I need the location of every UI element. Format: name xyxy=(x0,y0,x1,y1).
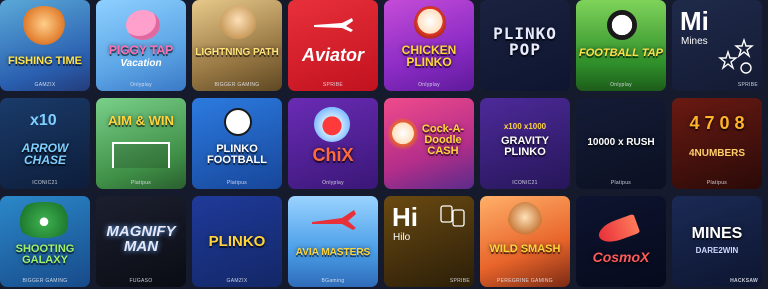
game-tile-plinko-pop[interactable]: PLINKO POP xyxy=(480,0,570,91)
game-big-abbr: Hi xyxy=(392,202,418,232)
provider-label: BIGGER GAMING xyxy=(22,278,68,284)
football-icon xyxy=(607,10,637,40)
game-title: 10000 x RUSH xyxy=(587,137,655,148)
game-small-label: Mines xyxy=(681,36,708,47)
provider-label: BIGGER GAMING xyxy=(214,82,260,88)
provider-label: Platipus xyxy=(706,180,728,186)
game-title: PLINKO xyxy=(208,233,266,250)
game-title: LIGHTNING PATH xyxy=(195,47,279,58)
provider-label: SPRIBE xyxy=(322,82,344,88)
provider-label: Onlyplay xyxy=(130,82,152,88)
game-title: AIM & WIN xyxy=(108,113,174,128)
pig-illustration xyxy=(126,10,160,40)
chick-in-bubble-illustration xyxy=(314,106,350,142)
chicken-illustration xyxy=(414,6,446,40)
game-title: FISHING TIME xyxy=(8,55,82,67)
football-icon xyxy=(224,108,252,136)
game-title: PIGGY TAP xyxy=(108,43,174,57)
game-tile-mines-dare2win[interactable]: MINES DARE2WIN HACKSAW xyxy=(672,196,762,287)
game-tile-wild-smash[interactable]: WILD SMASH PEREGRINE GAMING xyxy=(480,196,570,287)
game-big-abbr: Mi xyxy=(680,6,709,36)
game-tile-mines[interactable]: Mi Mines SPRIBE xyxy=(672,0,762,91)
game-tile-shooting-galaxy[interactable]: SHOOTING GALAXY BIGGER GAMING xyxy=(0,196,90,287)
provider-label: GAMZIX xyxy=(226,278,248,284)
monster-illustration xyxy=(16,202,72,238)
game-tile-plinko[interactable]: PLINKO GAMZIX xyxy=(192,196,282,287)
game-tile-cock-a-doodle-cash[interactable]: Cock-A-Doodle CASH xyxy=(384,98,474,189)
game-tile-hilo[interactable]: Hi Hilo SPRIBE xyxy=(384,196,474,287)
game-tile-aviator[interactable]: Aviator SPRIBE xyxy=(288,0,378,91)
game-tile-football-tap[interactable]: FOOTBALL TAP Onlyplay xyxy=(576,0,666,91)
provider-label: SPRIBE xyxy=(737,82,758,88)
airplane-icon xyxy=(314,18,353,32)
provider-label: ICONIC21 xyxy=(512,180,538,186)
provider-label: Onlyplay xyxy=(418,82,440,88)
game-title: PLINKO POP xyxy=(493,24,557,59)
airplane-icon xyxy=(312,210,356,230)
game-tile-piggy-tap[interactable]: PIGGY TAP Vacation Onlyplay xyxy=(96,0,186,91)
zeus-illustration xyxy=(220,6,256,46)
provider-label: FUGASO xyxy=(129,278,153,284)
game-title: SHOOTING GALAXY xyxy=(15,243,75,266)
rocket-illustration xyxy=(595,213,641,247)
provider-label: ICONIC21 xyxy=(32,180,58,186)
game-tile-fishing-time[interactable]: FISHING TIME GAMZIX xyxy=(0,0,90,91)
game-title: 4 7 0 8 xyxy=(689,113,745,133)
game-tile-plinko-football[interactable]: PLINKO FOOTBALL Platipus xyxy=(192,98,282,189)
game-tile-chix[interactable]: ChiX Onlyplay xyxy=(288,98,378,189)
provider-label: Platipus xyxy=(130,180,152,186)
provider-label: Onlyplay xyxy=(610,82,632,88)
game-title: CHICKEN PLINKO xyxy=(401,43,457,69)
game-title: GRAVITY PLINKO xyxy=(500,135,550,158)
game-title: MINES xyxy=(691,225,743,242)
game-subtitle: Vacation xyxy=(120,58,162,69)
game-title: AVIA MASTERS xyxy=(295,247,371,258)
stars-icon xyxy=(718,38,754,74)
character-illustration xyxy=(508,202,542,240)
cards-icon xyxy=(440,205,465,227)
game-title: Aviator xyxy=(301,45,364,65)
game-small-label: Hilo xyxy=(393,232,411,243)
multiplier-label: x100 x1000 xyxy=(503,122,547,131)
game-title: MAGNIFY MAN xyxy=(106,223,176,255)
provider-label: Platipus xyxy=(610,180,632,186)
game-title: PLINKO FOOTBALL xyxy=(207,143,267,166)
provider-label: Platipus xyxy=(226,180,248,186)
multiplier-label: x10 xyxy=(30,112,57,129)
game-tile-gravity-plinko[interactable]: x100 x1000 GRAVITY PLINKO ICONIC21 xyxy=(480,98,570,189)
game-tile-chicken-plinko[interactable]: CHICKEN PLINKO Onlyplay xyxy=(384,0,474,91)
game-title: ChiX xyxy=(312,145,354,165)
game-title: Cock-A-Doodle CASH xyxy=(421,123,465,157)
game-tile-4numbers[interactable]: 4 7 0 8 4NUMBERS Platipus xyxy=(672,98,762,189)
games-grid: FISHING TIME GAMZIX PIGGY TAP Vacation O… xyxy=(0,0,768,289)
provider-label: Onlyplay xyxy=(322,180,344,186)
game-tile-10000x-rush[interactable]: 10000 x RUSH Platipus xyxy=(576,98,666,189)
game-tile-aim-and-win[interactable]: AIM & WIN Platipus xyxy=(96,98,186,189)
provider-label: GAMZIX xyxy=(34,82,56,88)
game-title: FOOTBALL TAP xyxy=(579,47,663,59)
game-title: CosmoX xyxy=(592,249,650,265)
game-title: WILD SMASH xyxy=(489,243,561,255)
provider-label: PEREGRINE GAMING xyxy=(497,278,553,284)
game-tile-magnify-man[interactable]: MAGNIFY MAN FUGASO xyxy=(96,196,186,287)
game-subtitle: 4NUMBERS xyxy=(688,148,746,159)
game-title: ARROW CHASE xyxy=(21,141,69,167)
game-tile-arrow-chase[interactable]: x10 ARROW CHASE ICONIC21 xyxy=(0,98,90,189)
fisherman-illustration xyxy=(18,6,70,51)
provider-label: SPRIBE xyxy=(449,278,470,284)
goal-illustration xyxy=(112,142,170,168)
game-subtitle: DARE2WIN xyxy=(695,246,739,255)
provider-label: HACKSAW xyxy=(730,278,758,284)
game-tile-lightning-path[interactable]: LIGHTNING PATH BIGGER GAMING xyxy=(192,0,282,91)
game-tile-avia-masters[interactable]: AVIA MASTERS BGaming xyxy=(288,196,378,287)
provider-label: BGaming xyxy=(321,278,345,284)
game-tile-cosmox[interactable]: CosmoX xyxy=(576,196,666,287)
